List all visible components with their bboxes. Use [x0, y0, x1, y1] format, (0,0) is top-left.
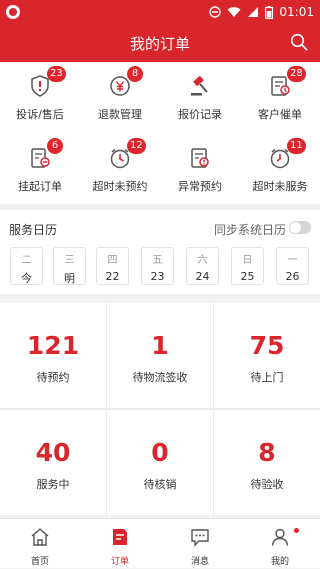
- shortcut-complaint[interactable]: 23 投诉/售后: [0, 62, 80, 132]
- timeout-service-badge: 11: [287, 138, 306, 154]
- stat-pending-appointment[interactable]: 121 待预约: [0, 303, 106, 408]
- shortcut-label: 退款管理: [98, 108, 142, 121]
- calendar-title: 服务日历: [9, 223, 58, 237]
- shortcut-label: 客户催单: [258, 108, 302, 121]
- shortcut-label: 投诉/售后: [16, 108, 64, 121]
- bottom-tab-bar: 首页 订单 消息 我的: [0, 518, 320, 568]
- calendar-day[interactable]: 日 25: [231, 247, 264, 285]
- day-weekday: 六: [197, 255, 208, 266]
- timeout-appointment-badge: 12: [127, 138, 146, 154]
- stat-pending-writeoff[interactable]: 0 待核销: [107, 410, 213, 515]
- calendar-day[interactable]: 一 26: [276, 247, 309, 285]
- stat-pending-logistics[interactable]: 1 待物流签收: [107, 303, 213, 408]
- calendar-day[interactable]: 三明: [53, 247, 86, 285]
- day-weekday: 二: [21, 255, 32, 266]
- stat-label: 待核销: [143, 478, 177, 491]
- shortcut-grid: 23 投诉/售后 8 退款管理 报价记录 28 客户催单 6 挂起订单 12 超…: [0, 62, 320, 204]
- service-calendar: 服务日历 同步系统日历 二今 三明 四 22 五 23 六 24 日 25 一 26: [0, 210, 320, 294]
- status-time: 01:01: [279, 5, 314, 19]
- day-weekday: 日: [242, 255, 253, 266]
- day-weekday: 五: [152, 255, 163, 266]
- search-icon[interactable]: [290, 33, 308, 51]
- stat-label: 服务中: [36, 478, 70, 491]
- tab-label: 首页: [30, 557, 49, 567]
- stat-value: 8: [258, 438, 276, 467]
- stat-pending-acceptance[interactable]: 8 待验收: [214, 410, 320, 515]
- shortcut-customer-urge[interactable]: 28 客户催单: [240, 62, 320, 132]
- tab-messages[interactable]: 消息: [160, 519, 240, 569]
- day-date: 23: [150, 270, 165, 283]
- stat-label: 待验收: [250, 478, 284, 491]
- profile-icon: [271, 528, 289, 546]
- sync-calendar-label: 同步系统日历: [213, 223, 286, 237]
- day-weekday: 四: [107, 255, 118, 266]
- shortcut-label: 超时未预约: [92, 180, 148, 193]
- day-date: 今: [21, 272, 32, 285]
- day-date: 24: [195, 270, 210, 283]
- home-icon: [31, 528, 49, 546]
- day-weekday: 三: [64, 255, 75, 266]
- stat-value: 40: [35, 438, 71, 467]
- refund-badge: 8: [127, 66, 143, 82]
- shortcut-label: 异常预约: [178, 180, 222, 193]
- shortcut-timeout-appointment[interactable]: 12 超时未预约: [80, 134, 160, 204]
- calendar-day[interactable]: 四 22: [96, 247, 129, 285]
- status-bar: 01:01: [0, 0, 320, 24]
- unread-dot: [294, 528, 299, 533]
- shortcut-timeout-service[interactable]: 11 超时未服务: [240, 134, 320, 204]
- calendar-day[interactable]: 二今: [10, 247, 43, 285]
- day-date: 26: [285, 270, 300, 283]
- shortcut-abnormal-appointment[interactable]: 异常预约: [160, 134, 240, 204]
- stat-in-service[interactable]: 40 服务中: [0, 410, 106, 515]
- stat-label: 待预约: [36, 371, 70, 384]
- day-date: 25: [240, 270, 255, 283]
- minus-circle-icon: [209, 6, 222, 18]
- tab-label: 我的: [270, 557, 289, 567]
- message-icon: [191, 529, 209, 547]
- calendar-day[interactable]: 五 23: [141, 247, 174, 285]
- stat-value: 1: [151, 331, 169, 360]
- tab-label: 订单: [110, 557, 129, 567]
- shortcut-label: 挂起订单: [18, 180, 62, 193]
- order-stats: 121 待预约 1 待物流签收 75 待上门 40 服务中 0 待核销 8 待验…: [0, 303, 320, 515]
- battery-icon: [265, 5, 274, 19]
- customer-urge-badge: 28: [287, 66, 306, 82]
- tab-home[interactable]: 首页: [0, 519, 80, 569]
- stat-value: 121: [26, 331, 80, 360]
- shortcut-refund[interactable]: 8 退款管理: [80, 62, 160, 132]
- stat-label: 待上门: [250, 371, 284, 384]
- shortcut-quote-records[interactable]: 报价记录: [160, 62, 240, 132]
- quote-hammer-icon: [191, 75, 208, 96]
- complaint-badge: 23: [47, 66, 66, 82]
- shortcut-label: 超时未服务: [252, 180, 308, 193]
- shortcut-label: 报价记录: [178, 108, 222, 121]
- page-title: 我的订单: [129, 35, 190, 53]
- stat-pending-visit[interactable]: 75 待上门: [214, 303, 320, 408]
- shortcut-suspend-order[interactable]: 6 挂起订单: [0, 134, 80, 204]
- calendar-day[interactable]: 六 24: [186, 247, 219, 285]
- app-notification-icon: [6, 5, 20, 19]
- app-header: 我的订单: [0, 24, 320, 62]
- suspend-badge: 6: [47, 138, 63, 154]
- tab-label: 消息: [190, 557, 209, 567]
- sync-calendar-toggle[interactable]: [289, 221, 311, 234]
- wifi-icon: [227, 7, 241, 17]
- abnormal-appointment-icon: [191, 148, 209, 168]
- order-icon: [113, 529, 127, 545]
- stat-value: 75: [249, 331, 285, 360]
- stat-value: 0: [151, 438, 169, 467]
- day-weekday: 一: [287, 255, 298, 266]
- tab-orders[interactable]: 订单: [80, 519, 160, 569]
- signal-icon: [248, 7, 259, 17]
- day-date: 明: [64, 272, 75, 285]
- tab-profile[interactable]: 我的: [240, 519, 320, 569]
- stat-label: 待物流签收: [132, 371, 188, 384]
- calendar-days: 二今 三明 四 22 五 23 六 24 日 25 一 26: [10, 247, 320, 287]
- day-date: 22: [105, 270, 120, 283]
